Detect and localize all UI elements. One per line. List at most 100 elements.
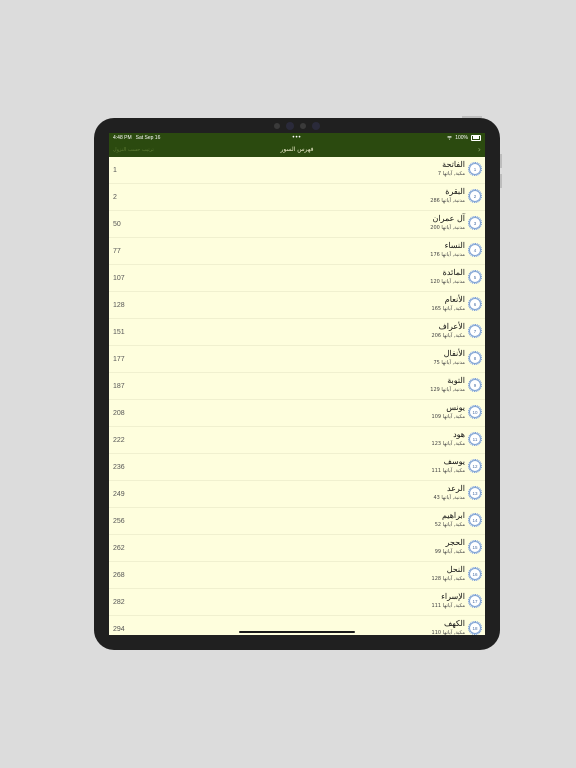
surah-row[interactable]: 50 آل عمران مدنية, آياتها 200 3 [109,211,485,238]
surah-number-badge-icon: 17 [468,594,482,608]
multitask-dots[interactable]: ••• [292,135,301,141]
surah-name: النحل [446,565,465,574]
surah-info: مدنية, آياتها 43 [433,495,465,501]
surah-row[interactable]: 282 الإسراء مكية, آياتها 111 17 [109,589,485,616]
surah-texts: المائدة مدنية, آياتها 120 [430,268,465,287]
surah-texts: الأنفال مدنية, آياتها 75 [433,349,465,368]
surah-texts: هود مكية, آياتها 123 [432,430,465,449]
surah-number: 1 [469,163,481,175]
battery-percent: 100% [455,134,468,141]
surah-row[interactable]: 177 الأنفال مدنية, آياتها 75 8 [109,346,485,373]
surah-info: مكية, آياتها 99 [434,549,465,555]
surah-info: مكية, آياتها 109 [431,414,465,420]
surah-texts: الرعد مدنية, آياتها 43 [433,484,465,503]
surah-name: يونس [446,403,465,412]
surah-info: مدنية, آياتها 176 [430,252,465,258]
chevron-right-icon[interactable]: › [478,145,481,154]
page-number: 208 [113,409,125,417]
surah-row[interactable]: 1 الفاتحة مكية, آياتها 7 1 [109,157,485,184]
surah-row[interactable]: 236 يوسف مكية, آياتها 111 12 [109,454,485,481]
surah-number: 10 [469,406,481,418]
page-number: 262 [113,544,125,552]
surah-number: 15 [469,541,481,553]
surah-row[interactable]: 187 التوبة مدنية, آياتها 129 9 [109,373,485,400]
surah-number-badge-icon: 18 [468,621,482,635]
surah-number: 17 [469,595,481,607]
surah-number-badge-icon: 13 [468,486,482,500]
page-number: 177 [113,355,125,363]
surah-number: 12 [469,460,481,472]
surah-row[interactable]: 249 الرعد مدنية, آياتها 43 13 [109,481,485,508]
surah-info: مكية, آياتها 165 [431,306,465,312]
surah-name: المائدة [442,268,465,277]
surah-texts: الكهف مكية, آياتها 110 [432,619,465,635]
surah-name: البقرة [445,187,465,196]
surah-name: الحجر [445,538,465,547]
page-number: 236 [113,463,125,471]
page-title: فهرس السور [280,146,314,153]
surah-number: 14 [469,514,481,526]
surah-row[interactable]: 2 البقرة مدنية, آياتها 286 2 [109,184,485,211]
surah-name: الرعد [446,484,465,493]
surah-row[interactable]: 256 ابراهيم مكية, آياتها 52 14 [109,508,485,535]
surah-texts: الحجر مكية, آياتها 99 [435,538,465,557]
surah-number-badge-icon: 1 [468,162,482,176]
surah-number-badge-icon: 11 [468,432,482,446]
surah-texts: التوبة مدنية, آياتها 129 [430,376,465,395]
page-number: 128 [113,301,125,309]
surah-number-badge-icon: 6 [468,297,482,311]
surah-info: مدنية, آياتها 75 [433,360,465,366]
surah-row[interactable]: 77 النساء مدنية, آياتها 176 4 [109,238,485,265]
surah-name: ابراهيم [441,511,465,520]
surah-texts: الأعراف مكية, آياتها 206 [432,322,465,341]
surah-texts: ابراهيم مكية, آياتها 52 [435,511,465,530]
page-number: 268 [113,571,125,579]
surah-texts: النحل مكية, آياتها 128 [432,565,465,584]
surah-number: 3 [469,217,481,229]
page-number: 256 [113,517,125,525]
surah-number: 4 [469,244,481,256]
surah-row[interactable]: 262 الحجر مكية, آياتها 99 15 [109,535,485,562]
surah-row[interactable]: 208 يونس مكية, آياتها 109 10 [109,400,485,427]
home-indicator[interactable] [239,631,355,633]
surah-texts: يونس مكية, آياتها 109 [432,403,465,422]
surah-name: الأنعام [444,295,465,304]
surah-row[interactable]: 268 النحل مكية, آياتها 128 16 [109,562,485,589]
surah-number: 5 [469,271,481,283]
surah-number: 18 [469,622,481,634]
surah-info: مدنية, آياتها 120 [430,279,465,285]
surah-name: الفاتحة [442,160,465,169]
surah-texts: البقرة مدنية, آياتها 286 [430,187,465,206]
surah-number: 13 [469,487,481,499]
navigation-bar: ترتيب حسب النزول فهرس السور › [109,142,485,157]
surah-info: مكية, آياتها 128 [431,576,465,582]
wifi-icon [447,135,453,140]
sort-button[interactable]: ترتيب حسب النزول [113,147,154,153]
status-time: 4:48 PM [113,134,132,141]
surah-name: الأعراف [438,322,466,331]
surah-row[interactable]: 128 الأنعام مكية, آياتها 165 6 [109,292,485,319]
surah-texts: الفاتحة مكية, آياتها 7 [438,160,465,179]
surah-number: 6 [469,298,481,310]
surah-number-badge-icon: 10 [468,405,482,419]
page-number: 222 [113,436,125,444]
surah-row[interactable]: 222 هود مكية, آياتها 123 11 [109,427,485,454]
surah-info: مكية, آياتها 111 [431,468,465,474]
surah-info: مكية, آياتها 111 [431,603,465,609]
surah-info: مكية, آياتها 206 [431,333,465,339]
surah-number: 9 [469,379,481,391]
surah-texts: الأنعام مكية, آياتها 165 [432,295,465,314]
surah-info: مكية, آياتها 52 [434,522,465,528]
status-date: Sat Sep 16 [135,134,161,141]
surah-row[interactable]: 151 الأعراف مكية, آياتها 206 7 [109,319,485,346]
surah-texts: الإسراء مكية, آياتها 111 [432,592,465,611]
surah-row[interactable]: 107 المائدة مدنية, آياتها 120 5 [109,265,485,292]
surah-name: الكهف [443,619,465,628]
surah-number-badge-icon: 9 [468,378,482,392]
surah-number-badge-icon: 15 [468,540,482,554]
tablet-frame: 4:48 PM Sat Sep 16 ••• 100% ترتيب حسب ال… [94,116,502,650]
surah-texts: آل عمران مدنية, آياتها 200 [430,214,465,233]
surah-number-badge-icon: 2 [468,189,482,203]
page-number: 2 [113,193,117,201]
surah-number-badge-icon: 4 [468,243,482,257]
